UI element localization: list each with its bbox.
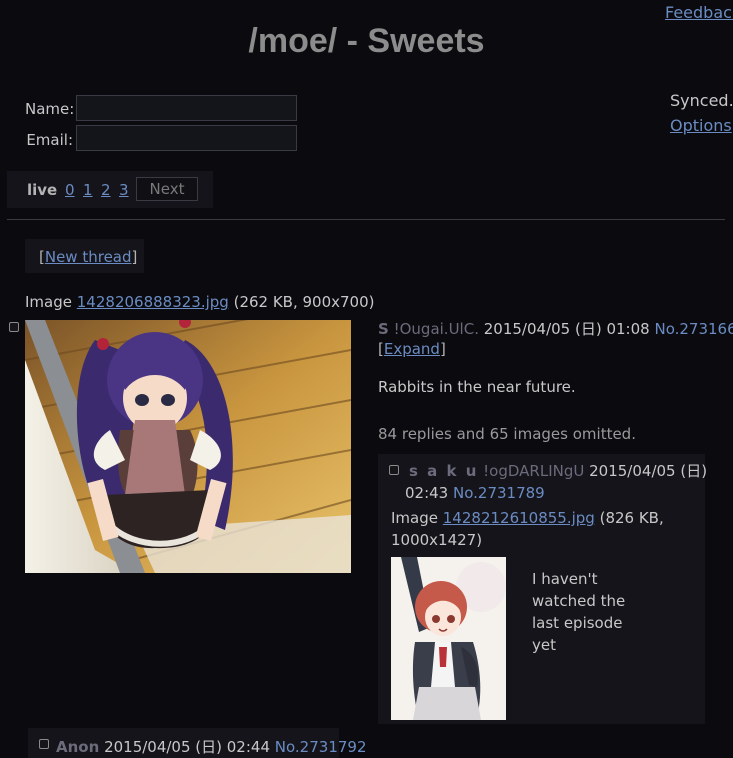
op-file-link[interactable]: 1428206888323.jpg — [77, 293, 229, 311]
reply2-date: 2015/04/05 (日) 02:44 — [104, 738, 270, 756]
op-expand-link[interactable]: Expand — [384, 340, 440, 358]
page-title: /moe/ - Sweets — [248, 22, 485, 60]
reply-post: s a k u !ogDARLINgU 2015/04/05 (日) 02:43… — [378, 454, 708, 724]
op-date: 2015/04/05 (日) 01:08 — [483, 320, 650, 338]
op-tripcode: !Ougai.UlC. — [393, 320, 479, 338]
name-label: Name: — [25, 100, 75, 118]
divider — [7, 219, 725, 220]
reply-comment-line: last episode — [532, 614, 623, 632]
reply-poster-name: s a k u — [409, 462, 479, 480]
reply-comment-line: yet — [532, 636, 556, 654]
options-link[interactable]: Options — [670, 116, 732, 135]
new-thread-box: [New thread] — [25, 239, 144, 273]
page-link-2[interactable]: 2 — [101, 181, 111, 199]
new-thread-link[interactable]: New thread — [45, 248, 132, 266]
reply-file-link[interactable]: 1428212610855.jpg — [443, 509, 595, 527]
omitted-notice: 84 replies and 65 images omitted. — [378, 425, 636, 443]
op-select-checkbox[interactable] — [9, 322, 19, 332]
reply-select-checkbox[interactable] — [389, 465, 399, 475]
reply2-post-number[interactable]: No.2731792 — [275, 738, 367, 756]
bracket-close: ] — [131, 248, 138, 266]
op-file-size: (262 KB, 900x700) — [233, 293, 375, 311]
op-thumbnail-image[interactable] — [25, 320, 351, 573]
page-link-0[interactable]: 0 — [65, 181, 75, 199]
reply-comment: I haven't watched the last episode yet — [532, 568, 625, 656]
live-page[interactable]: live — [27, 181, 57, 199]
reply2-poster-name: Anon — [56, 738, 100, 756]
feedback-link[interactable]: Feedback — [665, 3, 733, 22]
op-comment: Rabbits in the near future. — [378, 378, 576, 396]
reply-date: 2015/04/05 (日) — [589, 462, 708, 480]
op-post-header: S !Ougai.UlC. 2015/04/05 (日) 01:08 No.27… — [378, 318, 733, 339]
email-label: Email: — [26, 131, 73, 149]
reply-comment-line: I haven't — [532, 570, 598, 588]
page-link-3[interactable]: 3 — [119, 181, 129, 199]
page-link-1[interactable]: 1 — [83, 181, 93, 199]
op-poster-name: S — [378, 320, 389, 338]
reply-tripcode: !ogDARLINgU — [483, 462, 585, 480]
email-field[interactable] — [76, 125, 297, 151]
sync-status: Synced. — [670, 91, 733, 110]
expand-bracket-close: ] — [439, 340, 446, 358]
name-field[interactable] — [76, 95, 297, 121]
reply-image-prefix: Image — [391, 509, 438, 527]
reply-post-2: Anon 2015/04/05 (日) 02:44 No.2731792 — [28, 728, 367, 758]
reply-time: 02:43 — [405, 484, 449, 502]
reply-thumbnail-image[interactable] — [391, 557, 506, 720]
reply-comment-line: watched the — [532, 592, 626, 610]
pagination: live 0 1 2 3 Next — [7, 171, 213, 208]
reply-file-size: (826 KB, — [599, 509, 664, 527]
next-button[interactable]: Next — [136, 177, 198, 201]
reply-file-dimensions: 1000x1427) — [391, 531, 483, 549]
op-image-prefix: Image — [25, 293, 72, 311]
op-file-info: Image 1428206888323.jpg (262 KB, 900x700… — [25, 293, 375, 311]
op-expand: [Expand] — [378, 340, 446, 358]
reply2-select-checkbox[interactable] — [39, 739, 49, 749]
op-post-number[interactable]: No.2731663 — [654, 320, 733, 338]
reply-post-number[interactable]: No.2731789 — [453, 484, 545, 502]
